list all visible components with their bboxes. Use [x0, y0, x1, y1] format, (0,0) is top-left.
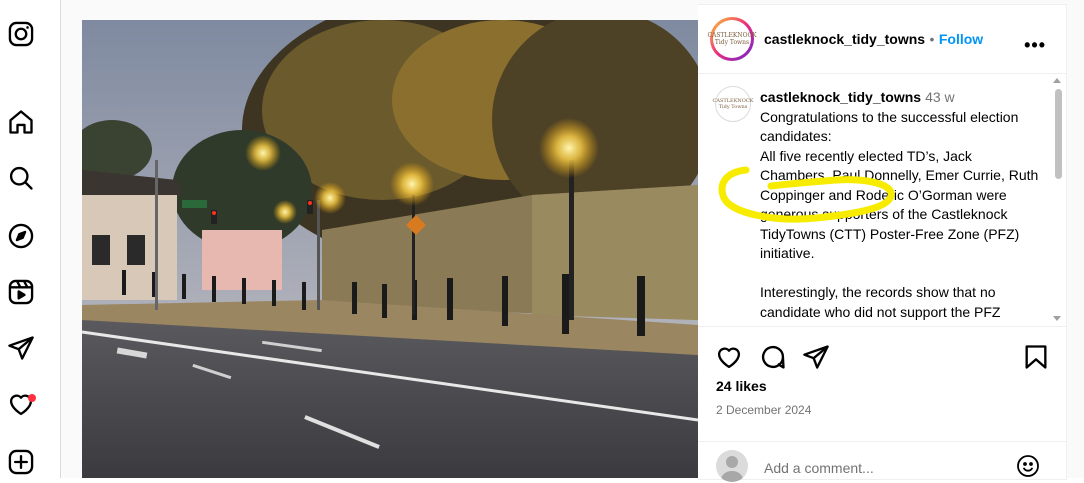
- caption-username[interactable]: castleknock_tidy_towns: [760, 89, 921, 105]
- caption-author-avatar[interactable]: CASTLEKNOCK Tidy Towns: [712, 86, 754, 122]
- scroll-up-arrow[interactable]: [1053, 78, 1061, 83]
- comments-section[interactable]: CASTLEKNOCK Tidy Towns castleknock_tidy_…: [698, 74, 1066, 327]
- highlight-scribble: [718, 166, 895, 223]
- instagram-logo-icon[interactable]: [7, 20, 35, 48]
- reels-icon[interactable]: [7, 278, 35, 306]
- sidebar-nav: [0, 0, 61, 478]
- follow-button[interactable]: Follow: [939, 31, 983, 47]
- author-username[interactable]: castleknock_tidy_towns: [764, 31, 925, 47]
- post-details-panel: CASTLEKNOCK Tidy Towns castleknock_tidy_…: [698, 4, 1067, 482]
- save-icon[interactable]: [1022, 343, 1050, 371]
- post-date[interactable]: 2 December 2024: [716, 403, 811, 417]
- emoji-icon[interactable]: [1016, 454, 1040, 478]
- home-icon[interactable]: [7, 108, 35, 136]
- header-separator: •: [929, 31, 935, 47]
- share-icon[interactable]: [802, 343, 830, 371]
- post-image[interactable]: [82, 20, 698, 478]
- author-avatar[interactable]: CASTLEKNOCK Tidy Towns: [707, 17, 757, 61]
- create-icon[interactable]: [7, 448, 35, 476]
- more-options-button[interactable]: •••: [1024, 35, 1046, 56]
- avatar-logo: CASTLEKNOCK Tidy Towns: [707, 32, 757, 46]
- caption-line: Interestingly, the records show that no …: [760, 284, 1001, 320]
- notification-badge: [28, 394, 36, 402]
- comment-icon[interactable]: [759, 343, 787, 371]
- header-text: castleknock_tidy_towns • Follow: [764, 31, 983, 49]
- scroll-down-arrow[interactable]: [1053, 316, 1061, 321]
- search-icon[interactable]: [7, 164, 35, 192]
- user-avatar[interactable]: [716, 450, 748, 482]
- messages-icon[interactable]: [7, 334, 35, 362]
- caption-line: [760, 264, 1042, 284]
- caption-line: Congratulations to the successful electi…: [760, 108, 1019, 145]
- add-comment-bar: Add a comment...: [698, 441, 1066, 482]
- comment-input[interactable]: Add a comment...: [764, 460, 874, 476]
- caption-avatar-logo: CASTLEKNOCK Tidy Towns: [712, 98, 754, 110]
- caption-time[interactable]: 43 w: [925, 89, 955, 105]
- likes-count[interactable]: 24 likes: [716, 378, 767, 394]
- post-header: CASTLEKNOCK Tidy Towns castleknock_tidy_…: [698, 5, 1066, 74]
- like-icon[interactable]: [715, 343, 743, 371]
- scrollbar-thumb[interactable]: [1055, 89, 1062, 179]
- explore-icon[interactable]: [7, 222, 35, 250]
- avatar-image: CASTLEKNOCK Tidy Towns: [707, 20, 757, 58]
